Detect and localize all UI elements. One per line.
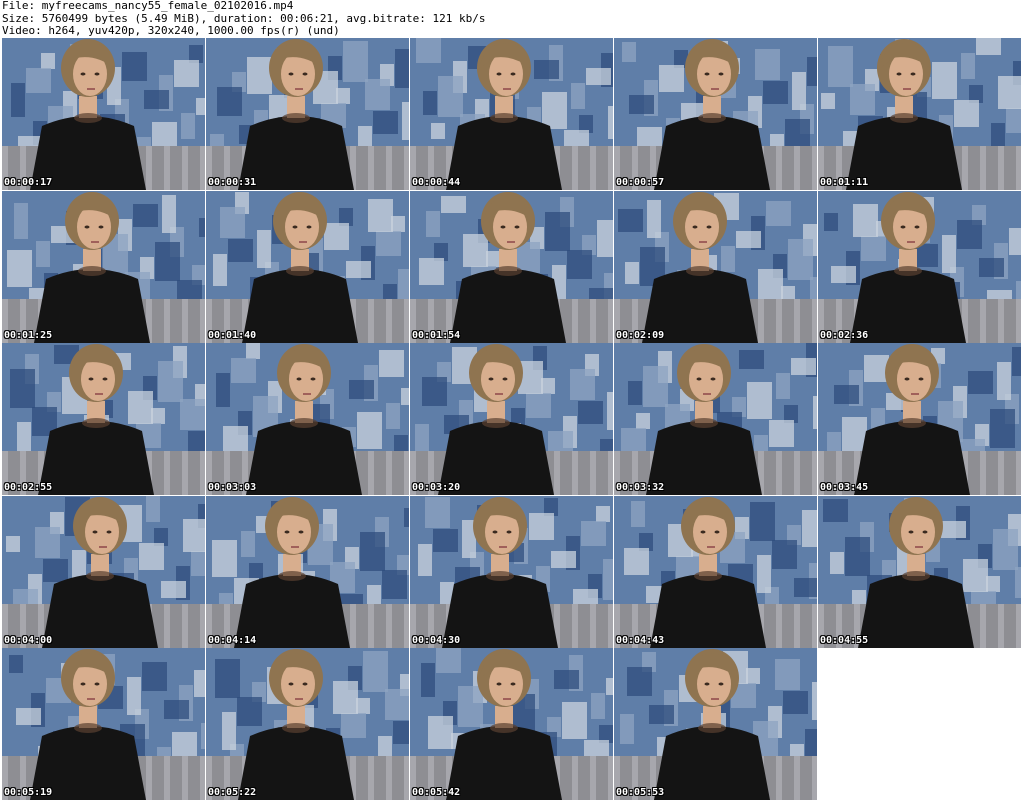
thumbnail-timestamp: 00:01:11 — [820, 177, 869, 188]
frame-image — [614, 38, 817, 190]
frame-image — [206, 495, 409, 648]
frame-image — [410, 38, 613, 190]
video-thumbnail: 00:02:09 — [614, 190, 817, 343]
frame-image — [614, 495, 817, 648]
thumbnail-timestamp: 00:02:55 — [4, 482, 53, 493]
video-thumbnail: 00:01:11 — [818, 38, 1021, 190]
frame-image — [410, 648, 613, 800]
frame-image — [2, 495, 205, 648]
thumbnail-timestamp: 00:04:30 — [412, 634, 461, 646]
frame-image — [2, 38, 205, 190]
frame-image — [614, 648, 817, 800]
video-thumbnail: 00:04:14 — [206, 495, 409, 648]
video-thumbnail: 00:04:30 — [410, 495, 613, 648]
thumbnail-timestamp: 00:00:31 — [208, 177, 257, 188]
frame-image — [2, 343, 205, 495]
thumbnail-timestamp: 00:03:20 — [412, 482, 461, 493]
video-thumbnail: 00:04:55 — [818, 495, 1021, 648]
thumbnail-timestamp: 00:00:57 — [616, 177, 665, 188]
thumbnail-timestamp: 00:05:42 — [412, 787, 461, 798]
frame-image — [206, 190, 409, 343]
thumbnail-timestamp: 00:02:36 — [820, 329, 869, 341]
video-thumbnail: 00:02:36 — [818, 190, 1021, 343]
thumbnail-timestamp: 00:04:14 — [208, 634, 257, 646]
video-thumbnail: 00:03:32 — [614, 343, 817, 495]
frame-image — [818, 190, 1021, 343]
frame-image — [206, 343, 409, 495]
video-thumbnail: 00:00:44 — [410, 38, 613, 190]
frame-image — [410, 343, 613, 495]
frame-image — [410, 495, 613, 648]
thumbnail-timestamp: 00:00:17 — [4, 177, 53, 188]
video-thumbnail: 00:00:57 — [614, 38, 817, 190]
thumbnail-timestamp: 00:01:25 — [4, 329, 53, 341]
frame-image — [818, 495, 1021, 648]
video-thumbnail: 00:01:54 — [410, 190, 613, 343]
frame-image — [206, 38, 409, 190]
video-thumbnail: 00:01:40 — [206, 190, 409, 343]
frame-image — [410, 190, 613, 343]
thumbnail-timestamp: 00:03:45 — [820, 482, 869, 493]
video-thumbnail: 00:00:17 — [2, 38, 205, 190]
frame-image — [818, 38, 1021, 190]
thumbnail-timestamp: 00:02:09 — [616, 329, 665, 341]
thumbnail-timestamp: 00:00:44 — [412, 177, 461, 188]
video-thumbnail: 00:00:31 — [206, 38, 409, 190]
thumbnail-timestamp: 00:01:54 — [412, 329, 461, 341]
file-name-line: File: myfreecams_nancy55_female_02102016… — [2, 0, 294, 12]
thumbnail-timestamp: 00:04:43 — [616, 634, 665, 646]
video-thumbnail: 00:05:19 — [2, 648, 205, 800]
thumbnail-timestamp: 00:05:19 — [4, 787, 53, 798]
thumbnail-timestamp: 00:04:00 — [4, 634, 53, 646]
frame-image — [818, 343, 1021, 495]
thumbnail-timestamp: 00:03:03 — [208, 482, 257, 493]
video-thumbnail: 00:03:03 — [206, 343, 409, 495]
video-thumbnail: 00:05:53 — [614, 648, 817, 800]
frame-image — [614, 190, 817, 343]
video-thumbnail: 00:05:22 — [206, 648, 409, 800]
thumbnail-grid: 00:00:17 00:00:31 00:00:44 00:00:57 00:01:11… — [0, 38, 1024, 800]
video-thumbnail: 00:03:45 — [818, 343, 1021, 495]
frame-image — [2, 648, 205, 800]
thumbnail-timestamp: 00:05:22 — [208, 787, 257, 798]
thumbnail-timestamp: 00:04:55 — [820, 634, 869, 646]
video-thumbnail: 00:04:00 — [2, 495, 205, 648]
thumbnail-timestamp: 00:03:32 — [616, 482, 665, 493]
video-thumbnail: 00:03:20 — [410, 343, 613, 495]
video-thumbnail: 00:02:55 — [2, 343, 205, 495]
video-thumbnail: 00:05:42 — [410, 648, 613, 800]
frame-image — [2, 190, 205, 343]
frame-image — [206, 648, 409, 800]
thumbnail-timestamp: 00:01:40 — [208, 329, 257, 341]
frame-image — [614, 343, 817, 495]
file-info-header: File: myfreecams_nancy55_female_02102016… — [2, 0, 1022, 38]
video-thumbnail: 00:04:43 — [614, 495, 817, 648]
video-info-line: Video: h264, yuv420p, 320x240, 1000.00 f… — [2, 24, 340, 37]
thumbnail-timestamp: 00:05:53 — [616, 787, 665, 798]
video-thumbnail: 00:01:25 — [2, 190, 205, 343]
